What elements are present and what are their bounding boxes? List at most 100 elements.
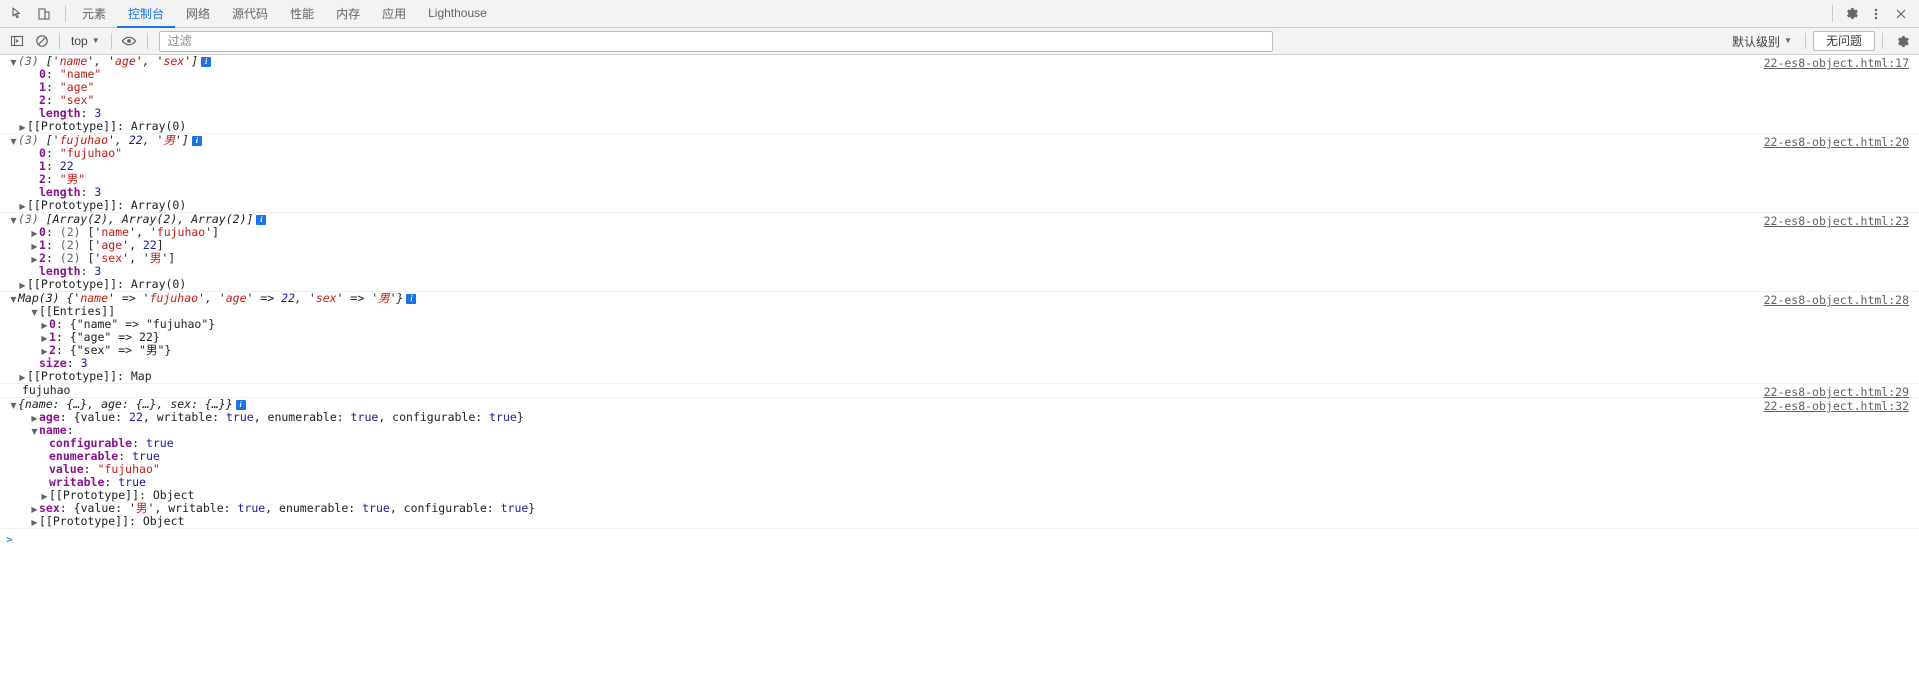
object-property-row[interactable]: ▼[[Entries]] (0, 305, 1919, 318)
token: , enumerable: (265, 501, 363, 515)
tab-lighthouse-label: Lighthouse (428, 6, 487, 20)
object-property-row[interactable]: ▼name: (0, 424, 1919, 437)
source-location-link[interactable]: 22-es8-object.html:23 (1764, 215, 1909, 228)
object-property-row[interactable]: ▶sex: {value: '男', writable: true, enume… (0, 502, 1919, 515)
console-message[interactable]: ▼Map(3) {'name' => 'fujuhao', 'age' => 2… (0, 292, 1919, 384)
object-property-row[interactable]: ▶2: {"sex" => "男"} (0, 344, 1919, 357)
console-message[interactable]: ▼(3) ['name', 'age', 'sex'] i 0: "name" 1: … (0, 55, 1919, 134)
object-property-row[interactable]: 2: "sex" (0, 94, 1919, 107)
token: "fujuhao" (97, 462, 160, 476)
token: : (117, 119, 131, 133)
tab-network[interactable]: 网络 (175, 0, 221, 28)
object-property-row[interactable]: writable: true (0, 476, 1919, 489)
tab-performance[interactable]: 性能 (279, 0, 325, 28)
inspect-element-icon[interactable] (6, 3, 30, 25)
object-property-row[interactable]: 0: "name" (0, 68, 1919, 81)
object-property-row[interactable]: ▶2: (2) ['sex', '男'] (0, 252, 1919, 265)
execution-context-selector[interactable]: top ▼ (65, 32, 106, 50)
object-property-row[interactable]: size: 3 (0, 357, 1919, 370)
object-property-row[interactable]: ▶[[Prototype]]: Map (0, 370, 1919, 383)
console-toolbar: top ▼ 默认级别 ▼ 无问题 (0, 28, 1919, 55)
object-property-row[interactable]: 1: "age" (0, 81, 1919, 94)
token: (2) (59, 225, 88, 239)
object-property-row[interactable]: ▶[[Prototype]]: Array(0) (0, 120, 1919, 133)
object-property-row[interactable]: 2: "男" (0, 173, 1919, 186)
object-property-row[interactable]: ▶0: {"name" => "fujuhao"} (0, 318, 1919, 331)
object-preview-header[interactable]: ▼(3) [Array(2), Array(2), Array(2)] i (0, 213, 1919, 226)
console-filter-box[interactable] (158, 30, 1273, 52)
tab-sources[interactable]: 源代码 (221, 0, 279, 28)
console-message[interactable]: fujuhao 22-es8-object.html:29 (0, 383, 1919, 399)
close-devtools-icon[interactable] (1889, 3, 1913, 25)
tab-lighthouse[interactable]: Lighthouse (417, 0, 498, 28)
console-message[interactable]: ▼{name: {…}, age: {…}, sex: {…}} i ▶age: {… (0, 398, 1919, 529)
object-property-row[interactable]: ▶0: (2) ['name', 'fujuhao'] (0, 226, 1919, 239)
live-expression-eye-icon[interactable] (117, 31, 142, 52)
token: true (132, 449, 160, 463)
console-message[interactable]: ▼(3) ['fujuhao', 22, '男'] i 0: "fujuhao" 1:… (0, 134, 1919, 213)
filter-input[interactable] (165, 33, 1266, 49)
object-property-row[interactable]: configurable: true (0, 437, 1919, 450)
console-message[interactable]: ▼(3) [Array(2), Array(2), Array(2)] i ▶0: … (0, 213, 1919, 292)
token: true (500, 501, 529, 515)
object-property-row[interactable]: ▶[[Prototype]]: Object (0, 515, 1919, 528)
source-location-link[interactable]: 22-es8-object.html:17 (1764, 57, 1909, 70)
object-property-row[interactable]: length: 3 (0, 186, 1919, 199)
console-prompt[interactable]: > (0, 531, 1919, 547)
device-toolbar-icon[interactable] (32, 3, 56, 25)
console-message-list[interactable]: ▼(3) ['name', 'age', 'sex'] i 0: "name" 1: … (0, 55, 1919, 691)
object-property-row[interactable]: ▶1: {"age" => 22} (0, 331, 1919, 344)
source-location-link[interactable]: 22-es8-object.html:20 (1764, 136, 1909, 149)
token: : (66, 356, 81, 370)
info-badge-icon[interactable]: i (191, 136, 202, 146)
token: } (516, 410, 524, 424)
console-log-text: fujuhao (22, 383, 71, 397)
info-badge-icon[interactable]: i (256, 215, 267, 225)
info-badge-icon[interactable]: i (235, 400, 246, 410)
token: 22 (281, 291, 296, 305)
log-level-selector[interactable]: 默认级别 ▼ (1726, 31, 1798, 52)
object-property-row[interactable]: ▶1: (2) ['age', 22] (0, 239, 1919, 252)
info-badge-icon[interactable]: i (201, 57, 212, 67)
token: 0 (39, 146, 46, 160)
object-property-row[interactable]: ▶[[Prototype]]: Array(0) (0, 199, 1919, 212)
object-property-row[interactable]: ▶age: {value: 22, writable: true, enumer… (0, 411, 1919, 424)
console-settings-gear-icon[interactable] (1890, 31, 1915, 52)
token: {"sex" => "男"} (69, 343, 172, 357)
tab-console[interactable]: 控制台 (117, 0, 176, 28)
token: [' (87, 225, 102, 239)
issues-counter-button[interactable]: 无问题 (1812, 31, 1875, 51)
token: 男 (135, 501, 148, 515)
clear-console-icon[interactable] (29, 31, 54, 52)
object-property-row[interactable]: ▶[[Prototype]]: Array(0) (0, 278, 1919, 291)
devtools-tabs: 元素 控制台 网络 源代码 性能 内存 应用 Lighthouse (71, 0, 498, 28)
console-prompt-input[interactable] (17, 532, 1919, 546)
token: 男 (378, 291, 390, 305)
object-property-row[interactable]: value: "fujuhao" (0, 463, 1919, 476)
object-property-row[interactable]: 0: "fujuhao" (0, 147, 1919, 160)
source-location-link[interactable]: 22-es8-object.html:28 (1764, 294, 1909, 307)
tab-memory[interactable]: 内存 (325, 0, 371, 28)
object-property-row[interactable]: 1: 22 (0, 160, 1919, 173)
more-options-icon[interactable] (1864, 3, 1888, 25)
info-badge-icon[interactable]: i (406, 294, 417, 304)
object-property-row[interactable]: enumerable: true (0, 450, 1919, 463)
token: length (39, 106, 81, 120)
disclosure-triangle-collapsed[interactable]: ▶ (30, 516, 39, 529)
tab-elements[interactable]: 元素 (71, 0, 117, 28)
console-sidebar-toggle-icon[interactable] (4, 31, 29, 52)
tab-application[interactable]: 应用 (371, 0, 417, 28)
token: [[Prototype]] (27, 119, 118, 133)
source-location-link[interactable]: 22-es8-object.html:32 (1764, 400, 1909, 413)
object-preview-header[interactable]: ▼(3) ['fujuhao', 22, '男'] i (0, 134, 1919, 147)
settings-gear-icon[interactable] (1839, 3, 1863, 25)
tab-sources-label: 源代码 (232, 6, 269, 21)
token: , writable: (142, 410, 226, 424)
token: {' (66, 291, 81, 305)
object-preview-header[interactable]: ▼Map(3) {'name' => 'fujuhao', 'age' => 2… (0, 292, 1919, 305)
token: 2 (49, 343, 56, 357)
object-preview-header[interactable]: ▼(3) ['name', 'age', 'sex'] i (0, 55, 1919, 68)
object-property-row[interactable]: length: 3 (0, 265, 1919, 278)
token: : (59, 501, 74, 515)
object-property-row[interactable]: length: 3 (0, 107, 1919, 120)
